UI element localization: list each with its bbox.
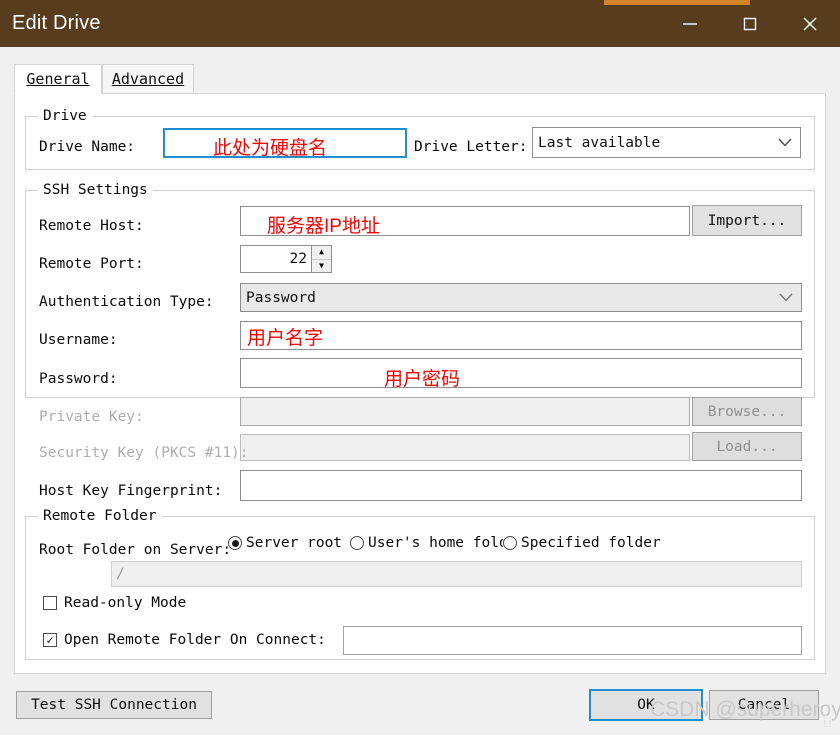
password-input[interactable] [240, 358, 802, 388]
spin-up-icon[interactable]: ▲ [312, 246, 331, 260]
maximize-icon[interactable] [720, 0, 780, 47]
open-on-connect-label: Open Remote Folder On Connect: [64, 632, 326, 648]
general-tab-panel: Drive Drive Name: 此处为硬盘名 Drive Letter: L… [14, 94, 826, 674]
tab-advanced-label: Advanced [111, 70, 185, 88]
browse-button: Browse... [692, 397, 802, 426]
ok-button[interactable]: OK [589, 689, 703, 721]
tab-advanced[interactable]: Advanced [102, 64, 194, 94]
remote-port-value[interactable]: 22 [240, 245, 312, 273]
radio-server-root-label: Server root [246, 535, 343, 551]
security-key-label: Security Key (PKCS #11): [39, 445, 249, 461]
radio-specified-folder[interactable]: Specified folder [503, 535, 661, 551]
root-folder-label: Root Folder on Server: [39, 543, 229, 558]
drive-letter-label: Drive Letter: [414, 140, 528, 155]
cancel-button[interactable]: Cancel [709, 690, 819, 720]
folder-group-legend: Remote Folder [43, 508, 157, 524]
username-input[interactable] [240, 321, 802, 350]
remote-port-spinner[interactable]: 22 ▲ ▼ [240, 245, 332, 273]
import-button[interactable]: Import... [692, 205, 802, 236]
radio-user-home[interactable]: User's home folder [350, 535, 503, 551]
remote-port-label: Remote Port: [39, 256, 144, 272]
readonly-mode-checkbox[interactable]: Read-only Mode [43, 595, 186, 611]
tab-strip: General Advanced [14, 64, 826, 94]
ssh-group-legend: SSH Settings [43, 182, 148, 198]
radio-unselected-icon [503, 536, 517, 550]
auth-type-label: Authentication Type: [39, 294, 214, 310]
drive-letter-value: Last available [538, 134, 661, 151]
password-label: Password: [39, 371, 118, 387]
auth-type-value: Password [246, 289, 316, 306]
host-key-fingerprint-input[interactable] [240, 470, 802, 501]
radio-unselected-icon [350, 536, 364, 550]
radio-user-home-label: User's home folder [368, 535, 503, 551]
drive-name-input[interactable] [163, 128, 407, 158]
spin-down-icon[interactable]: ▼ [312, 260, 331, 273]
auth-type-combobox[interactable]: Password [240, 283, 802, 312]
checkbox-unchecked-icon [43, 596, 57, 610]
tab-general-label: General [26, 70, 90, 88]
chevron-down-icon [770, 138, 800, 147]
remote-port-spin-buttons[interactable]: ▲ ▼ [312, 245, 332, 273]
radio-specified-label: Specified folder [521, 535, 661, 551]
readonly-mode-label: Read-only Mode [64, 595, 187, 611]
host-key-fingerprint-label: Host Key Fingerprint: [39, 483, 223, 499]
drive-group-legend: Drive [43, 108, 87, 124]
radio-server-root[interactable]: Server root [228, 535, 350, 551]
accent-bar [604, 0, 750, 5]
security-key-input [240, 434, 690, 461]
load-button: Load... [692, 432, 802, 461]
tab-general[interactable]: General [14, 64, 102, 94]
private-key-label: Private Key: [39, 409, 144, 425]
remote-host-label: Remote Host: [39, 218, 144, 234]
username-label: Username: [39, 332, 118, 348]
minimize-icon[interactable] [660, 0, 720, 47]
private-key-input [240, 397, 690, 426]
window-controls [660, 0, 840, 47]
open-on-connect-input[interactable] [343, 626, 802, 655]
title-bar: Edit Drive [0, 0, 840, 47]
root-path-input [111, 561, 802, 587]
open-on-connect-checkbox[interactable]: ✓ Open Remote Folder On Connect: [43, 632, 326, 648]
drive-name-label: Drive Name: [39, 139, 136, 155]
drive-letter-combobox[interactable]: Last available [532, 127, 801, 158]
remote-host-input[interactable] [240, 206, 690, 236]
radio-selected-icon [228, 536, 242, 550]
window-title: Edit Drive [12, 12, 101, 34]
watermark-dots: :::: [822, 715, 833, 730]
checkbox-checked-icon: ✓ [43, 633, 57, 647]
chevron-down-icon [771, 293, 801, 302]
close-icon[interactable] [780, 0, 840, 47]
test-ssh-connection-button[interactable]: Test SSH Connection [16, 691, 212, 719]
